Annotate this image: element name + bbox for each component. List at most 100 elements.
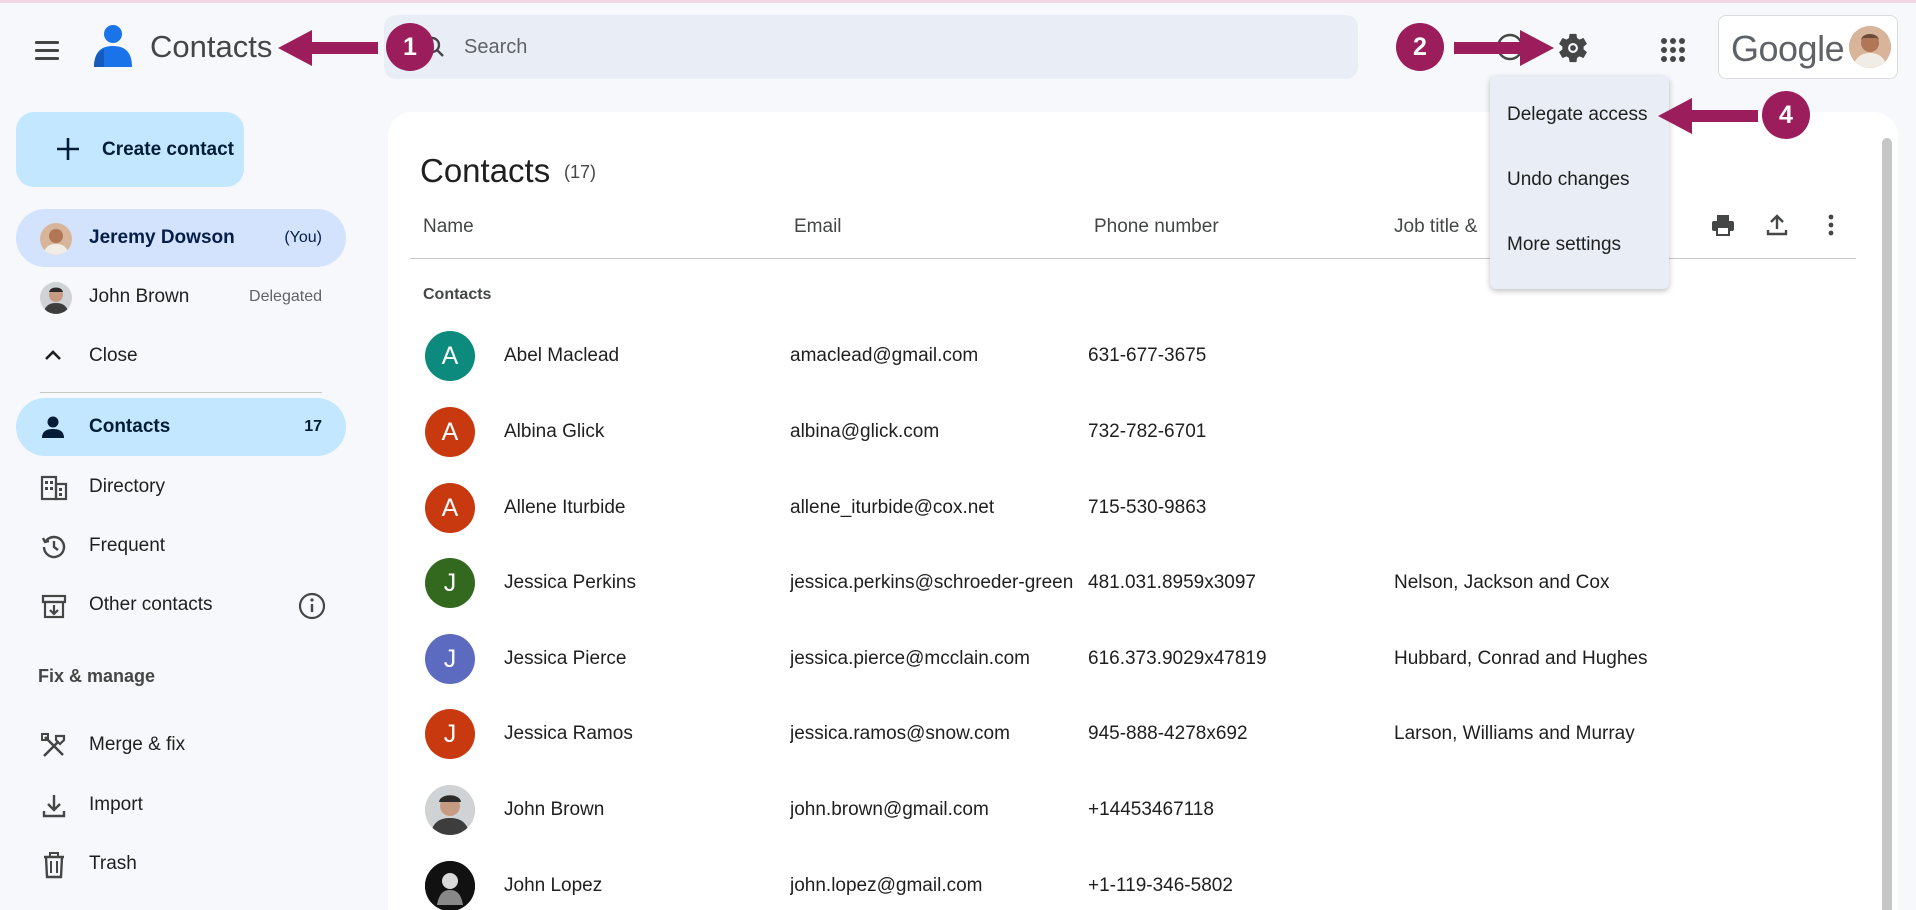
group-label: Contacts: [423, 286, 492, 303]
avatar: A: [425, 331, 475, 381]
avatar: [40, 282, 72, 314]
search-bar[interactable]: [384, 15, 1358, 79]
sidebar-item-label: Contacts: [89, 416, 171, 437]
trash-icon: [44, 852, 64, 879]
search-input[interactable]: [464, 29, 1264, 65]
menu-item-more-settings[interactable]: More settings: [1490, 220, 1669, 270]
avatar: [425, 861, 475, 910]
create-contact-label: Create contact: [102, 139, 234, 160]
sidebar-item-import[interactable]: Import: [16, 776, 346, 834]
vertical-scrollbar[interactable]: [1882, 138, 1892, 910]
table-row[interactable]: J Jessica Perkins jessica.perkins@schroe…: [388, 545, 1868, 621]
contact-name: Jessica Ramos: [504, 723, 633, 744]
account-item-jeremy-dowson[interactable]: Jeremy Dowson (You): [16, 209, 346, 267]
contact-name: John Lopez: [504, 875, 603, 896]
info-icon[interactable]: [298, 592, 326, 620]
sidebar-item-label: Other contacts: [89, 594, 213, 615]
annotation-badge-4: 4: [1762, 91, 1810, 139]
sidebar-item-label: Frequent: [89, 535, 166, 556]
sidebar-item-label: Import: [89, 794, 143, 815]
contact-email: john.brown@gmail.com: [790, 799, 989, 820]
contact-phone: 732-782-6701: [1088, 421, 1207, 442]
sidebar-item-label: Merge & fix: [89, 734, 186, 755]
gear-icon[interactable]: [1556, 31, 1590, 65]
menu-item-label: More settings: [1507, 234, 1622, 255]
main-menu-icon[interactable]: [30, 33, 64, 67]
plus-icon: [57, 138, 79, 160]
sidebar-divider: [40, 392, 322, 393]
avatar: [40, 223, 72, 255]
contact-email: amaclead@gmail.com: [790, 345, 979, 366]
column-header-job[interactable]: Job title &: [1394, 216, 1477, 238]
contact-email: jessica.ramos@snow.com: [790, 723, 1010, 744]
column-header-phone[interactable]: Phone number: [1094, 216, 1219, 238]
avatar: A: [425, 407, 475, 457]
apps-grid-icon[interactable]: [1660, 37, 1686, 63]
contact-phone: 481.031.8959x3097: [1088, 572, 1256, 593]
settings-menu: Delegate access Undo changes More settin…: [1490, 76, 1669, 289]
table-row[interactable]: A Abel Maclead amaclead@gmail.com 631-67…: [388, 318, 1868, 394]
create-contact-button[interactable]: Create contact: [16, 112, 244, 187]
account-meta: Delegated: [249, 288, 322, 305]
table-row[interactable]: John Lopez john.lopez@gmail.com +1-119-3…: [388, 848, 1868, 910]
menu-item-delegate-access[interactable]: Delegate access: [1490, 90, 1669, 140]
history-icon: [41, 535, 66, 559]
contact-email: albina@glick.com: [790, 421, 940, 442]
sidebar-item-directory[interactable]: Directory: [16, 458, 346, 516]
tools-icon: [41, 733, 66, 757]
column-header-email[interactable]: Email: [794, 216, 842, 238]
menu-item-label: Delegate access: [1507, 104, 1648, 125]
sidebar-item-label: Directory: [89, 476, 166, 497]
archive-download-icon: [41, 594, 67, 619]
account-name: John Brown: [89, 286, 190, 307]
table-row[interactable]: J Jessica Pierce jessica.pierce@mcclain.…: [388, 621, 1868, 697]
sidebar-item-label: Trash: [89, 853, 137, 874]
contact-email: john.lopez@gmail.com: [790, 875, 983, 896]
app-title: Contacts: [150, 29, 273, 64]
table-row[interactable]: John Brown john.brown@gmail.com +1445346…: [388, 772, 1868, 848]
table-row[interactable]: J Jessica Ramos jessica.ramos@snow.com 9…: [388, 696, 1868, 772]
avatar: J: [425, 709, 475, 759]
google-wordmark: Google: [1731, 28, 1845, 69]
page-title: Contacts: [420, 152, 551, 189]
close-label: Close: [89, 345, 138, 366]
building-icon: [40, 475, 68, 501]
close-accounts-button[interactable]: Close: [16, 327, 346, 385]
contact-name: Jessica Pierce: [504, 648, 627, 669]
contact-name: Allene Iturbide: [504, 497, 626, 518]
table-row[interactable]: A Albina Glick albina@glick.com 732-782-…: [388, 394, 1868, 470]
contact-phone: +14453467118: [1088, 799, 1214, 820]
column-header-name[interactable]: Name: [423, 216, 474, 238]
print-icon[interactable]: [1710, 212, 1736, 238]
sidebar-item-trash[interactable]: Trash: [16, 835, 346, 893]
annotation-arrow-right-icon: [1454, 30, 1554, 66]
sidebar-item-other-contacts[interactable]: Other contacts: [16, 576, 346, 634]
contact-email: jessica.pierce@mcclain.com: [790, 648, 1030, 669]
contacts-total-count: (17): [564, 162, 597, 182]
contact-email: allene_iturbide@cox.net: [790, 497, 995, 518]
sidebar-item-merge-fix[interactable]: Merge & fix: [16, 716, 346, 774]
account-avatar[interactable]: [1849, 26, 1891, 68]
more-vert-icon[interactable]: [1818, 212, 1844, 238]
contact-email: jessica.perkins@schroeder-green: [790, 572, 1073, 593]
contact-phone: +1-119-346-5802: [1088, 875, 1233, 896]
account-name: Jeremy Dowson: [89, 227, 235, 248]
account-item-john-brown[interactable]: John Brown Delegated: [16, 268, 346, 326]
contacts-card: Contacts (17) Name Email Phone number Jo…: [388, 112, 1898, 910]
avatar: J: [425, 634, 475, 684]
avatar: A: [425, 483, 475, 533]
table-row[interactable]: A Allene Iturbide allene_iturbide@cox.ne…: [388, 470, 1868, 546]
avatar: J: [425, 558, 475, 608]
export-icon[interactable]: [1764, 212, 1790, 238]
contact-job: Nelson, Jackson and Cox: [1394, 572, 1610, 593]
sidebar-item-frequent[interactable]: Frequent: [16, 517, 346, 575]
sidebar-item-contacts[interactable]: Contacts 17: [16, 398, 346, 456]
menu-item-undo-changes[interactable]: Undo changes: [1490, 155, 1669, 205]
contact-job: Larson, Williams and Murray: [1394, 723, 1635, 744]
google-account-button[interactable]: Google: [1718, 15, 1898, 79]
contact-phone: 715-530-9863: [1088, 497, 1207, 518]
menu-item-label: Undo changes: [1507, 169, 1630, 190]
annotation-badge-1: 1: [386, 23, 434, 71]
contact-name: Abel Maclead: [504, 345, 620, 366]
avatar: [425, 785, 475, 835]
